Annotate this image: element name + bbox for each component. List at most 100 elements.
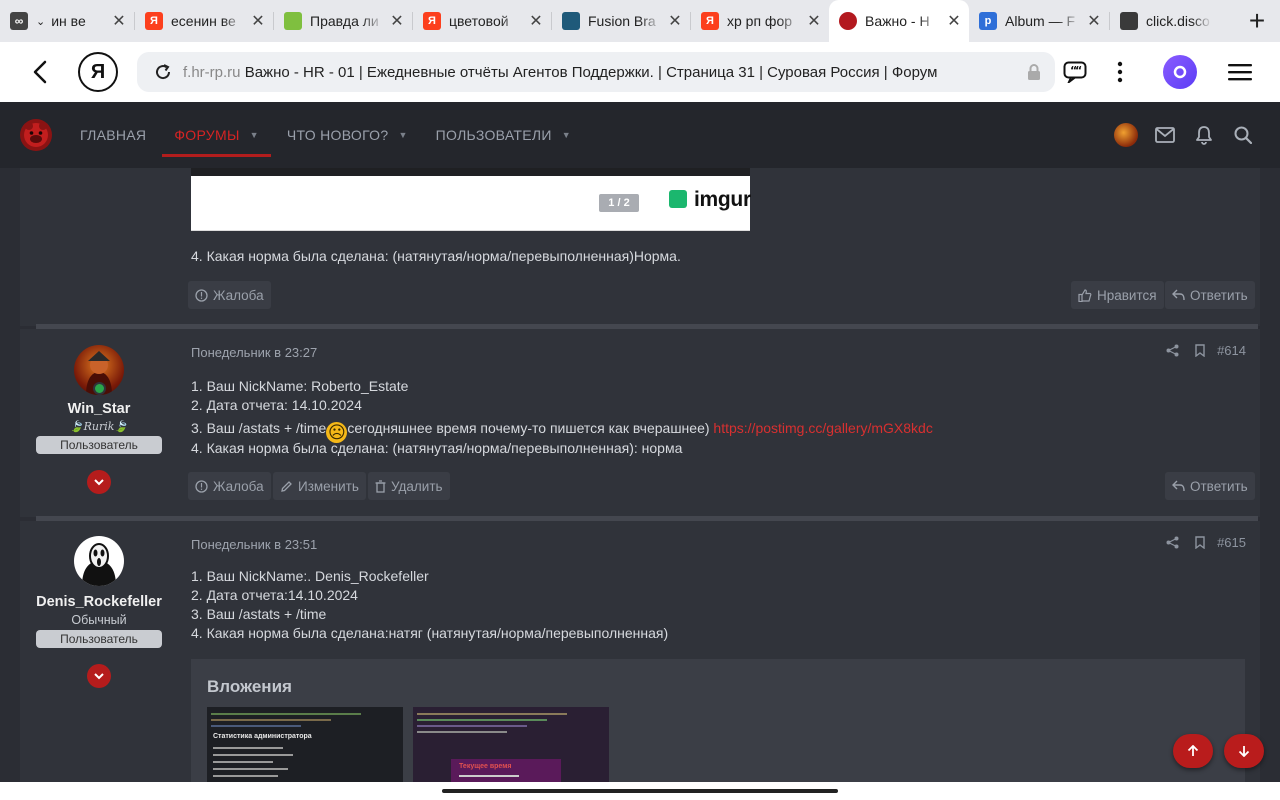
reload-icon[interactable]: [151, 63, 175, 81]
avatar[interactable]: [74, 536, 124, 586]
username[interactable]: Win_Star: [36, 401, 162, 417]
caret-down-icon[interactable]: ▼: [562, 130, 571, 140]
yandex-icon: Я: [423, 12, 441, 30]
leaf-icon: 🍃: [69, 420, 84, 433]
post-line-text: сегодняшнее время почему-то пишется как …: [347, 420, 714, 436]
post-line: 1. Ваш NickName:. Denis_Rockefeller: [191, 568, 429, 584]
nav-home[interactable]: ГЛАВНАЯ: [66, 102, 160, 168]
back-arrow-icon: [33, 60, 47, 84]
reply-button[interactable]: Ответить: [1165, 281, 1255, 309]
post-number[interactable]: #614: [1217, 343, 1246, 358]
close-icon[interactable]: ✕: [390, 11, 404, 31]
nav-home-label: ГЛАВНАЯ: [80, 127, 147, 143]
browser-tab[interactable]: Я есенин ве ✕: [135, 0, 273, 42]
reply-button[interactable]: Ответить: [1165, 472, 1255, 500]
share-icon[interactable]: [1159, 344, 1185, 357]
post-line: 4. Какая норма была сделана:натяг (натян…: [191, 625, 669, 641]
page-title: Важно - HR - 01 | Ежедневные отчёты Аген…: [244, 63, 938, 81]
infinity-icon: ∞: [10, 12, 28, 30]
tab-title: ин ве: [51, 13, 86, 29]
nav-users[interactable]: ПОЛЬЗОВАТЕЛИ ▼: [422, 102, 585, 168]
bookmark-icon[interactable]: [1187, 344, 1213, 357]
scroll-top-button[interactable]: [1173, 734, 1213, 768]
quote-icon[interactable]: ““: [1055, 52, 1095, 92]
home-indicator[interactable]: [442, 789, 838, 793]
browser-tab[interactable]: Fusion Bra ✕: [552, 0, 690, 42]
gallery-link[interactable]: https://postimg.cc/gallery/mGX8kdc: [713, 420, 932, 436]
warning-icon: [195, 479, 208, 493]
user-title: Обычный: [71, 613, 127, 627]
user-title-text: Rurik: [83, 420, 115, 433]
username[interactable]: Denis_Rockefeller: [36, 594, 162, 610]
reply-label: Ответить: [1190, 287, 1248, 303]
post-line: 2. Дата отчета:14.10.2024: [191, 587, 358, 603]
search-icon[interactable]: [1223, 115, 1262, 155]
chevron-down-icon: [94, 672, 104, 679]
browser-tab[interactable]: click.disco: [1110, 0, 1220, 42]
close-icon[interactable]: ✕: [529, 11, 543, 31]
delete-button[interactable]: Удалить: [368, 472, 450, 500]
browser-tab-active[interactable]: Важно - Н ✕: [829, 0, 969, 42]
caret-down-icon[interactable]: ▼: [398, 130, 407, 140]
browser-toolbar: Я f.hr-rp.ru Важно - HR - 01 | Ежедневны…: [0, 42, 1280, 102]
yandex-icon: Я: [701, 12, 719, 30]
post-number[interactable]: #615: [1217, 535, 1246, 550]
post-meta-actions: #614: [1159, 343, 1246, 358]
inbox-icon[interactable]: [1145, 115, 1184, 155]
browser-tab[interactable]: Правда ли ✕: [274, 0, 412, 42]
nav-forums[interactable]: ФОРУМЫ ▼: [160, 102, 273, 168]
nav-forums-label: ФОРУМЫ: [174, 127, 240, 143]
arrow-down-icon: [1238, 746, 1250, 757]
bell-icon[interactable]: [1184, 115, 1223, 155]
embedded-image: [191, 168, 750, 176]
browser-tab[interactable]: ∞ ⌄ ин ве ✕: [0, 0, 134, 42]
close-icon[interactable]: ✕: [251, 11, 265, 31]
close-icon[interactable]: ✕: [668, 11, 682, 31]
alice-icon: [1163, 55, 1197, 89]
account-avatar-button[interactable]: [1106, 115, 1145, 155]
close-icon[interactable]: ✕: [1087, 11, 1101, 31]
lock-icon[interactable]: [1027, 64, 1041, 85]
chevron-down-icon[interactable]: ⌄: [36, 15, 45, 28]
nav-users-label: ПОЛЬЗОВАТЕЛИ: [435, 127, 552, 143]
post-date[interactable]: Понедельник в 23:51: [191, 537, 317, 552]
address-bar[interactable]: f.hr-rp.ru Важно - HR - 01 | Ежедневные …: [137, 52, 1055, 92]
scroll-bottom-button[interactable]: [1224, 734, 1264, 768]
report-button[interactable]: Жалоба: [188, 472, 271, 500]
expand-user-info-button[interactable]: [87, 470, 111, 494]
site-icon: [1120, 12, 1138, 30]
share-icon[interactable]: [1159, 536, 1185, 549]
like-button[interactable]: Нравится: [1071, 281, 1164, 309]
report-button[interactable]: Жалоба: [188, 281, 271, 309]
post-author: Denis_Rockefeller Обычный Пользователь: [36, 536, 162, 688]
attachments-title: Вложения: [207, 677, 292, 696]
image-counter: 1 / 2: [599, 194, 639, 212]
more-vertical-icon[interactable]: [1100, 52, 1140, 92]
menu-icon[interactable]: [1220, 52, 1260, 92]
forum-logo[interactable]: [18, 117, 54, 153]
browser-tab[interactable]: p Album — F ✕: [969, 0, 1109, 42]
post-previous: 1 / 2 imgur 4. Какая норма была сделана:…: [20, 168, 1260, 326]
caret-down-icon[interactable]: ▼: [250, 130, 259, 140]
post-meta-actions: #615: [1159, 535, 1246, 550]
edit-label: Изменить: [298, 478, 359, 494]
browser-tab[interactable]: Я хр рп фор ✕: [691, 0, 829, 42]
new-tab-button[interactable]: +: [1234, 0, 1280, 42]
close-icon[interactable]: ✕: [112, 11, 126, 31]
expand-user-info-button[interactable]: [87, 664, 111, 688]
browser-tab[interactable]: Я цветовой ✕: [413, 0, 551, 42]
alice-assistant-button[interactable]: [1160, 52, 1200, 92]
yandex-logo-button[interactable]: Я: [78, 52, 118, 92]
imgur-embed[interactable]: 1 / 2 imgur: [191, 168, 751, 231]
reply-icon: [1172, 289, 1185, 301]
post-date[interactable]: Понедельник в 23:27: [191, 345, 317, 360]
close-icon[interactable]: ✕: [807, 11, 821, 31]
pencil-icon: [281, 480, 292, 492]
back-button[interactable]: [20, 52, 60, 92]
bookmark-icon[interactable]: [1187, 536, 1213, 549]
forum-icon: [839, 12, 857, 30]
nav-whats-new[interactable]: ЧТО НОВОГО? ▼: [273, 102, 422, 168]
edit-button[interactable]: Изменить: [273, 472, 366, 500]
url-host: f.hr-rp.ru: [183, 63, 241, 81]
close-icon[interactable]: ✕: [947, 11, 961, 31]
